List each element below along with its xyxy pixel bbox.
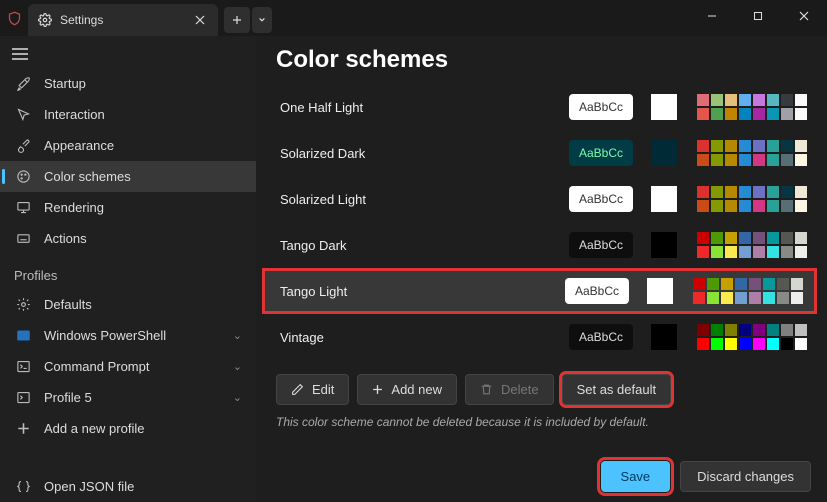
- page-title: Color schemes: [256, 42, 827, 84]
- sidebar-item-label: Actions: [44, 231, 87, 246]
- sidebar-item-interaction[interactable]: Interaction: [0, 99, 256, 130]
- color-swatches: [697, 140, 807, 166]
- tab-title: Settings: [60, 13, 182, 27]
- gear-icon: [14, 297, 32, 312]
- sidebar-item-label: Rendering: [44, 200, 104, 215]
- scheme-name: Vintage: [280, 330, 557, 345]
- chevron-down-icon: ⌄: [233, 329, 242, 342]
- sidebar-item-cmd[interactable]: Command Prompt ⌄: [0, 351, 256, 382]
- scheme-row[interactable]: Solarized Light AaBbCc: [256, 176, 827, 222]
- delete-button[interactable]: Delete: [465, 374, 554, 405]
- monitor-icon: [14, 200, 32, 215]
- bg-swatch: [651, 324, 677, 350]
- scheme-row[interactable]: Solarized Dark AaBbCc: [256, 130, 827, 176]
- plus-icon: [14, 422, 32, 435]
- close-window-button[interactable]: [781, 0, 827, 32]
- sidebar-item-label: Appearance: [44, 138, 114, 153]
- delete-note: This color scheme cannot be deleted beca…: [256, 411, 827, 433]
- scheme-name: Solarized Dark: [280, 146, 557, 161]
- sidebar-item-actions[interactable]: Actions: [0, 223, 256, 254]
- sidebar-item-add-profile[interactable]: Add a new profile: [0, 413, 256, 444]
- brush-icon: [14, 138, 32, 153]
- close-icon[interactable]: [190, 10, 210, 30]
- sidebar-item-rendering[interactable]: Rendering: [0, 192, 256, 223]
- scheme-name: Tango Light: [280, 284, 553, 299]
- titlebar: Settings: [0, 0, 827, 36]
- terminal-icon: [14, 359, 32, 374]
- new-tab-dropdown[interactable]: [252, 7, 272, 33]
- save-button[interactable]: Save: [601, 461, 671, 492]
- scheme-row[interactable]: Tango Light AaBbCc: [262, 268, 817, 314]
- bg-swatch: [651, 94, 677, 120]
- sidebar-item-profile5[interactable]: Profile 5 ⌄: [0, 382, 256, 413]
- palette-icon: [14, 169, 32, 184]
- sidebar-item-powershell[interactable]: Windows PowerShell ⌄: [0, 320, 256, 351]
- sidebar-item-label: Profile 5: [44, 390, 92, 405]
- scheme-row[interactable]: Tango Dark AaBbCc: [256, 222, 827, 268]
- color-swatches: [697, 186, 807, 212]
- new-tab-button[interactable]: [224, 7, 250, 33]
- sidebar-item-appearance[interactable]: Appearance: [0, 130, 256, 161]
- sidebar-item-label: Color schemes: [44, 169, 131, 184]
- tab-settings[interactable]: Settings: [28, 4, 218, 36]
- sidebar-item-label: Windows PowerShell: [44, 328, 166, 343]
- scheme-preview: AaBbCc: [569, 324, 633, 350]
- hamburger-icon[interactable]: [0, 40, 256, 68]
- rocket-icon: [14, 76, 32, 91]
- add-new-button[interactable]: Add new: [357, 374, 457, 405]
- color-swatches: [697, 324, 807, 350]
- scheme-preview: AaBbCc: [569, 140, 633, 166]
- scheme-name: Solarized Light: [280, 192, 557, 207]
- scheme-toolbar: Edit Add new Delete Set as default: [256, 360, 827, 411]
- scheme-preview: AaBbCc: [569, 94, 633, 120]
- profiles-heading: Profiles: [0, 254, 256, 289]
- terminal-icon: [14, 390, 32, 405]
- scheme-name: One Half Light: [280, 100, 557, 115]
- scheme-preview: AaBbCc: [569, 186, 633, 212]
- sidebar: Startup Interaction Appearance Color sch…: [0, 36, 256, 502]
- scheme-name: Tango Dark: [280, 238, 557, 253]
- cursor-icon: [14, 107, 32, 122]
- keyboard-icon: [14, 231, 32, 246]
- gear-icon: [38, 13, 52, 27]
- bg-swatch: [651, 232, 677, 258]
- sidebar-item-defaults[interactable]: Defaults: [0, 289, 256, 320]
- scheme-preview: AaBbCc: [565, 278, 629, 304]
- sidebar-item-label: Defaults: [44, 297, 92, 312]
- edit-button[interactable]: Edit: [276, 374, 349, 405]
- color-swatches: [693, 278, 803, 304]
- sidebar-item-label: Open JSON file: [44, 479, 134, 494]
- scheme-row[interactable]: Vintage AaBbCc: [256, 314, 827, 360]
- sidebar-item-label: Interaction: [44, 107, 105, 122]
- set-default-button[interactable]: Set as default: [562, 374, 672, 405]
- discard-button[interactable]: Discard changes: [680, 461, 811, 492]
- app-shield-icon: [0, 0, 28, 36]
- sidebar-item-startup[interactable]: Startup: [0, 68, 256, 99]
- sidebar-item-label: Startup: [44, 76, 86, 91]
- minimize-button[interactable]: [689, 0, 735, 32]
- sidebar-item-label: Command Prompt: [44, 359, 149, 374]
- window-controls: [689, 0, 827, 32]
- sidebar-item-color-schemes[interactable]: Color schemes: [0, 161, 256, 192]
- maximize-button[interactable]: [735, 0, 781, 32]
- sidebar-item-open-json[interactable]: Open JSON file: [0, 471, 256, 502]
- color-swatches: [697, 94, 807, 120]
- color-swatches: [697, 232, 807, 258]
- braces-icon: [14, 479, 32, 494]
- scheme-preview: AaBbCc: [569, 232, 633, 258]
- scheme-row[interactable]: One Half Light AaBbCc: [256, 84, 827, 130]
- chevron-down-icon: ⌄: [233, 391, 242, 404]
- new-tab-group: [224, 7, 272, 33]
- bg-swatch: [651, 140, 677, 166]
- main-panel: Color schemes One Half LightAaBbCcSolari…: [256, 36, 827, 502]
- sidebar-item-label: Add a new profile: [44, 421, 144, 436]
- bg-swatch: [651, 186, 677, 212]
- footer: Save Discard changes: [256, 451, 827, 502]
- chevron-down-icon: ⌄: [233, 360, 242, 373]
- bg-swatch: [647, 278, 673, 304]
- powershell-icon: [14, 328, 32, 343]
